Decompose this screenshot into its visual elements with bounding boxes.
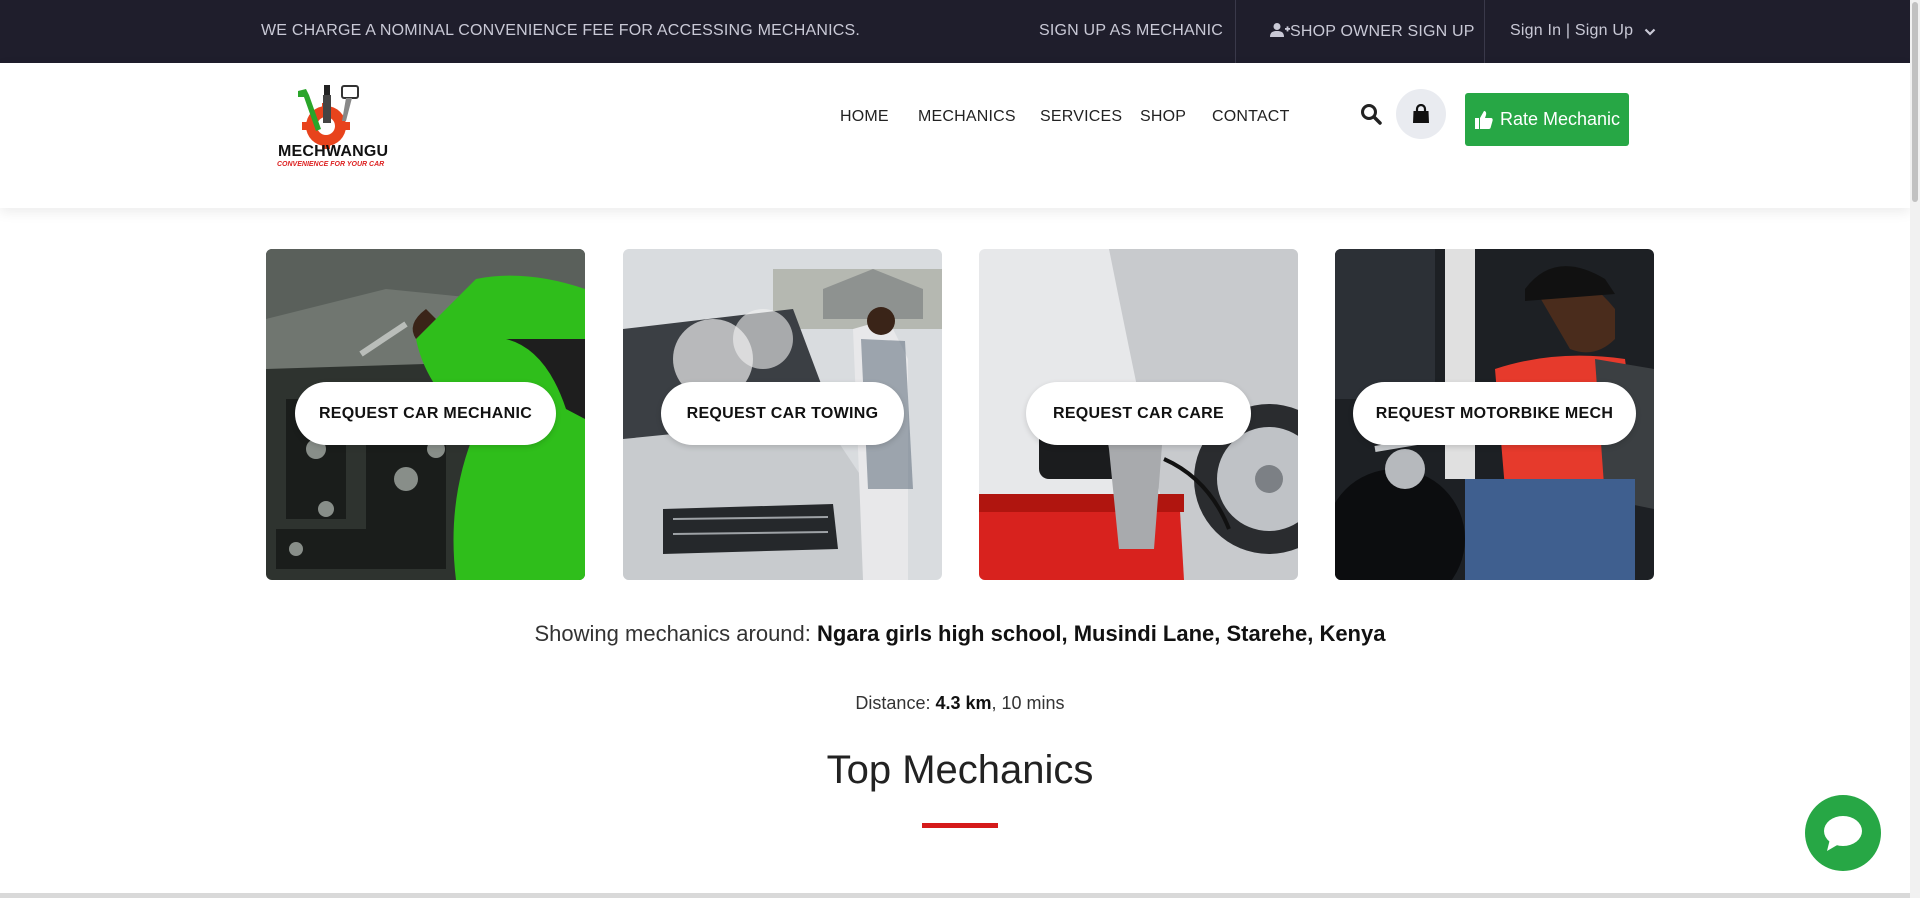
signin-label: Sign In | Sign Up: [1510, 22, 1634, 39]
rate-mechanic-button[interactable]: Rate Mechanic: [1465, 93, 1629, 146]
location-text: Showing mechanics around: Ngara girls hi…: [0, 621, 1920, 647]
nav-services[interactable]: SERVICES: [1040, 108, 1122, 126]
divider: [1235, 0, 1236, 63]
shop-owner-signup-label: SHOP OWNER SIGN UP: [1290, 23, 1475, 40]
shopping-bag-icon: [1413, 104, 1429, 123]
request-motorbike-mechanic-button[interactable]: REQUEST MOTORBIKE MECH: [1353, 382, 1636, 445]
request-car-mechanic-button[interactable]: REQUEST CAR MECHANIC: [295, 382, 556, 445]
brand-name: MECHWANGU: [278, 143, 389, 160]
signup-mechanic-link[interactable]: SIGN UP AS MECHANIC: [1039, 22, 1223, 40]
window-bottom-edge: [0, 893, 1910, 898]
distance-km: 4.3 km: [935, 693, 992, 713]
thumbs-up-icon: [1474, 110, 1493, 129]
location-prefix: Showing mechanics around:: [534, 621, 811, 646]
divider: [1484, 0, 1485, 63]
nav-shop[interactable]: SHOP: [1140, 108, 1186, 126]
shop-owner-signup-link[interactable]: SHOP OWNER SIGN UP: [1270, 22, 1475, 41]
rate-mechanic-label: Rate Mechanic: [1499, 109, 1621, 129]
fee-notice: WE CHARGE A NOMINAL CONVENIENCE FEE FOR …: [261, 22, 861, 39]
location-place: Ngara girls high school, Musindi Lane, S…: [817, 621, 1386, 646]
heading-underline: [922, 823, 998, 828]
nav-mechanics[interactable]: MECHANICS: [918, 108, 1016, 126]
signin-dropdown[interactable]: Sign In | Sign Up: [1510, 22, 1656, 40]
cart-button[interactable]: [1396, 89, 1446, 139]
chat-bubble-icon: [1824, 816, 1862, 851]
service-card-car-towing[interactable]: REQUEST CAR TOWING: [623, 249, 942, 580]
brand-tagline: CONVENIENCE FOR YOUR CAR: [277, 161, 385, 168]
request-car-care-button[interactable]: REQUEST CAR CARE: [1026, 382, 1251, 445]
top-mechanics-heading: Top Mechanics: [826, 748, 1094, 792]
service-card-motorbike-mechanic[interactable]: REQUEST MOTORBIKE MECH: [1335, 249, 1654, 580]
service-card-car-mechanic[interactable]: REQUEST CAR MECHANIC: [266, 249, 585, 580]
search-icon[interactable]: [1360, 103, 1382, 125]
distance-time: , 10 mins: [991, 693, 1065, 713]
user-plus-icon: [1270, 23, 1290, 37]
top-bar: WE CHARGE A NOMINAL CONVENIENCE FEE FOR …: [0, 0, 1910, 63]
chevron-down-icon: [1644, 28, 1656, 36]
nav-home[interactable]: HOME: [840, 108, 889, 126]
service-card-car-care[interactable]: REQUEST CAR CARE: [979, 249, 1298, 580]
nav-contact[interactable]: CONTACT: [1212, 108, 1290, 126]
scrollbar-thumb[interactable]: [1912, 2, 1918, 202]
main-header: MECHWANGU CONVENIENCE FOR YOUR CAR HOME …: [0, 63, 1910, 208]
chat-button[interactable]: [1805, 795, 1881, 871]
page-scrollbar[interactable]: [1910, 0, 1920, 898]
request-car-towing-button[interactable]: REQUEST CAR TOWING: [661, 382, 904, 445]
distance-prefix: Distance:: [855, 693, 931, 713]
distance-text: Distance: 4.3 km, 10 mins: [0, 693, 1920, 714]
